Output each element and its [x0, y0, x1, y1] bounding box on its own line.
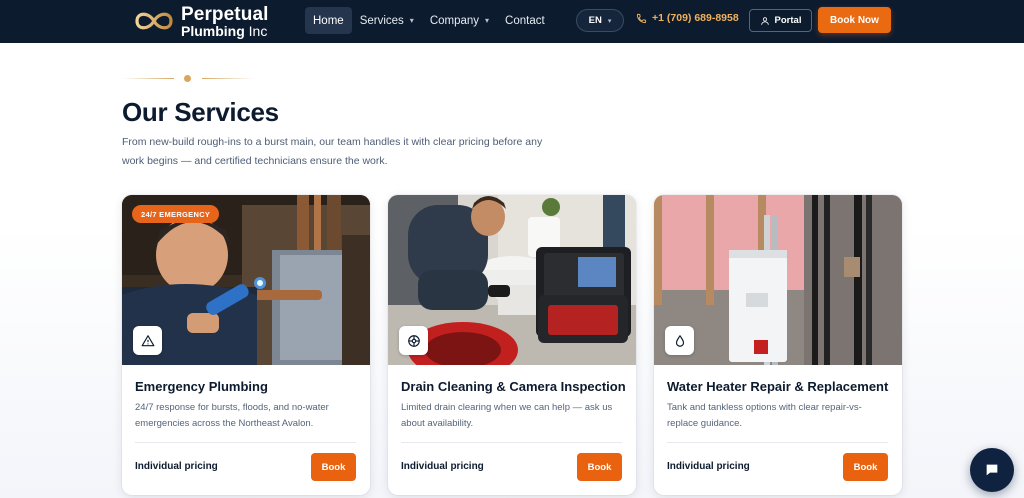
book-button[interactable]: Book [311, 453, 356, 481]
chevron-down-icon: ▾ [485, 16, 490, 25]
top-navigation-bar: Perpetual Plumbing Inc Home Services ▾ Co… [0, 0, 1024, 43]
card-description: 24/7 response for bursts, floods, and no… [135, 402, 329, 429]
card-price: Individual pricing [667, 461, 750, 472]
nav-item-company[interactable]: Company ▾ [422, 7, 497, 34]
card-price: Individual pricing [401, 461, 484, 472]
nav-item-contact[interactable]: Contact [497, 7, 553, 34]
card-title: Drain Cleaning & Camera Inspection [401, 379, 626, 394]
phone-icon [636, 13, 647, 23]
book-now-button[interactable]: Book Now [818, 7, 891, 33]
book-button[interactable]: Book [577, 453, 622, 481]
service-image-water-heater [654, 195, 902, 365]
card-divider [667, 442, 888, 443]
chevron-down-icon: ▾ [607, 17, 612, 25]
service-image-drain [388, 195, 636, 365]
card-price: Individual pricing [135, 461, 218, 472]
user-icon [760, 16, 769, 25]
book-button[interactable]: Book [843, 453, 888, 481]
nav-item-services[interactable]: Services ▾ [352, 7, 422, 34]
section-subtitle: From new-build rough-ins to a burst main… [122, 136, 543, 167]
chat-widget-button[interactable] [970, 448, 1014, 492]
card-title: Emergency Plumbing [135, 379, 268, 394]
card-description: Tank and tankless options with clear rep… [667, 402, 862, 429]
brand-logo[interactable]: Perpetual Plumbing Inc [133, 4, 269, 38]
card-title: Water Heater Repair & Replacement [667, 379, 889, 394]
card-divider [401, 442, 622, 443]
decorative-divider [122, 74, 254, 84]
drain-icon [399, 326, 428, 355]
water-drop-icon [665, 326, 694, 355]
card-description: Limited drain clearing when we can help … [401, 402, 613, 429]
portal-button[interactable]: Portal [749, 9, 812, 32]
service-card-water-heater[interactable]: Water Heater Repair & Replacement Tank a… [654, 195, 902, 495]
service-image-emergency: 24/7 EMERGENCY [122, 195, 370, 365]
chat-bubble-icon [986, 464, 998, 476]
chevron-down-icon: ▾ [409, 16, 414, 25]
warning-triangle-icon [133, 326, 162, 355]
infinity-logo-icon [135, 12, 173, 30]
phone-link[interactable]: +1 (709) 689-8958 [636, 12, 739, 24]
nav-item-home[interactable]: Home [305, 7, 352, 34]
logo-wordmark-line1: Perpetual [181, 3, 269, 25]
service-card-drain-cleaning[interactable]: Drain Cleaning & Camera Inspection Limit… [388, 195, 636, 495]
logo-wordmark-line2: Plumbing Inc [181, 22, 268, 39]
service-card-emergency-plumbing[interactable]: 24/7 EMERGENCY Emergency Plumbing 24/7 r… [122, 195, 370, 495]
main-menu: Home Services ▾ Company ▾ Contact [305, 7, 553, 34]
section-title: Our Services [122, 97, 279, 127]
emergency-badge: 24/7 EMERGENCY [132, 205, 220, 223]
language-selector[interactable]: EN ▾ [576, 9, 624, 32]
card-divider [135, 442, 356, 443]
